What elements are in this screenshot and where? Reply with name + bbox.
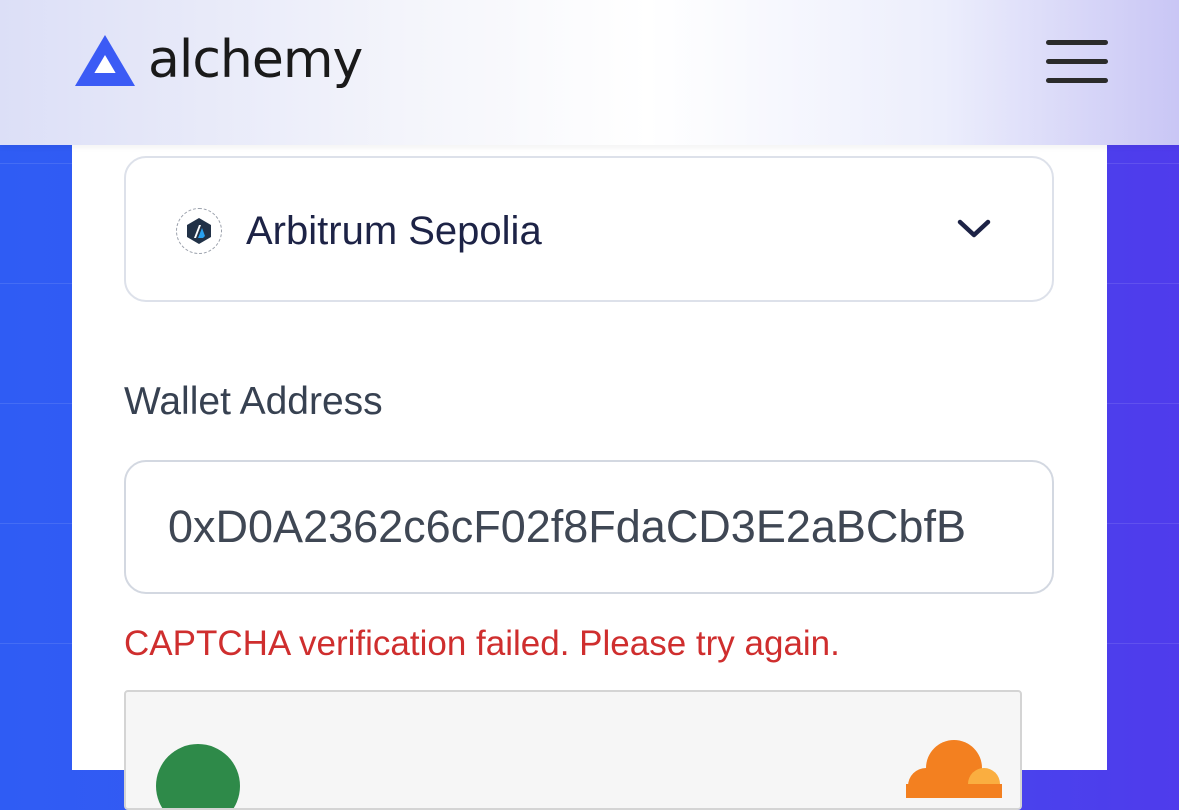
faucet-form-card: Arbitrum Sepolia Wallet Address CAPTCHA … <box>72 130 1107 810</box>
alchemy-triangle-icon <box>75 35 135 86</box>
alchemy-logo[interactable]: alchemy <box>74 30 363 90</box>
captcha-error-message: CAPTCHA verification failed. Please try … <box>124 624 840 663</box>
network-select[interactable]: Arbitrum Sepolia <box>124 156 1054 302</box>
cloudflare-icon <box>906 740 1002 798</box>
top-header: alchemy <box>0 0 1179 145</box>
arbitrum-icon <box>176 208 222 254</box>
brand-name: alchemy <box>148 30 363 90</box>
chevron-down-icon[interactable] <box>956 216 992 240</box>
hamburger-menu-icon[interactable] <box>1046 40 1108 86</box>
captcha-status-icon <box>156 744 240 808</box>
wallet-address-label: Wallet Address <box>124 380 383 423</box>
selected-network-label: Arbitrum Sepolia <box>246 209 542 253</box>
wallet-address-input[interactable] <box>124 460 1054 594</box>
captcha-widget[interactable] <box>124 690 1022 810</box>
